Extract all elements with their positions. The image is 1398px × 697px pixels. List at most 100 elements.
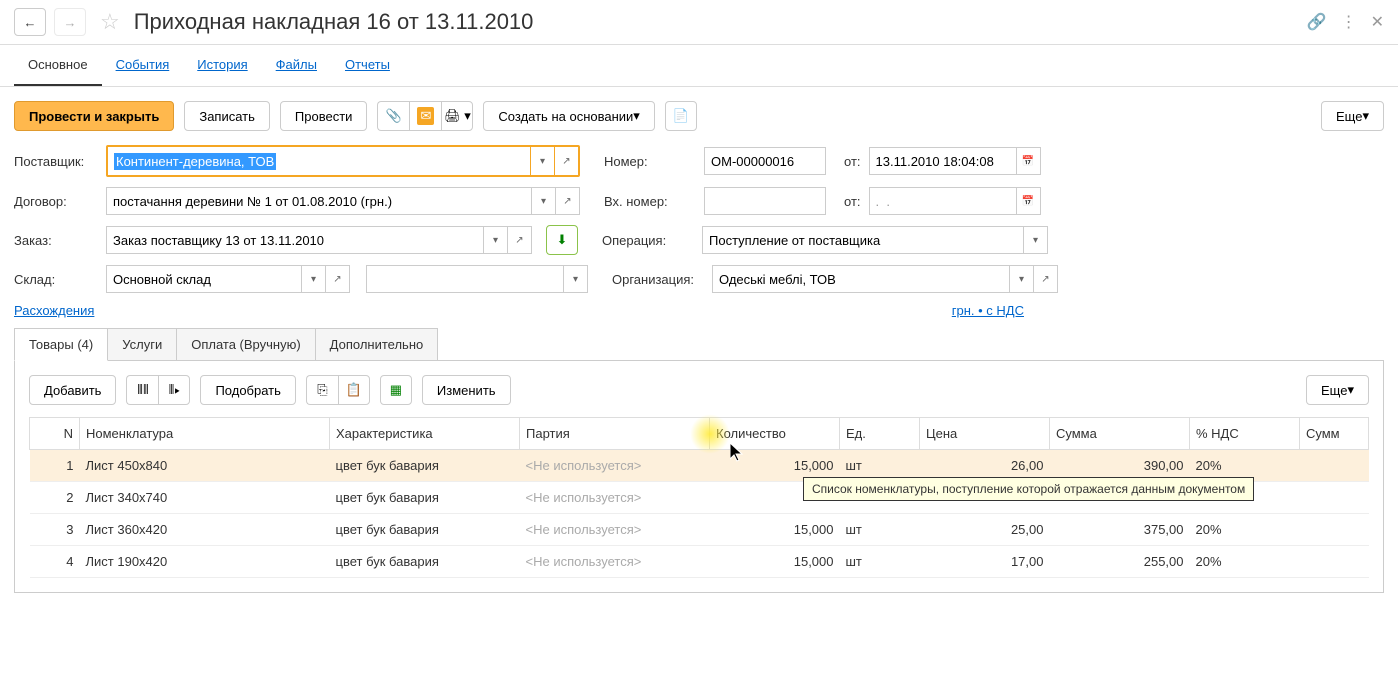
post-and-close-button[interactable]: Провести и закрыть: [14, 101, 174, 131]
warehouse-dropdown-button[interactable]: ▾: [302, 265, 326, 293]
supplier-open-button[interactable]: ↗: [554, 147, 578, 175]
header-vat[interactable]: % НДС: [1190, 418, 1300, 450]
close-icon[interactable]: ✕: [1371, 12, 1384, 32]
discrepancies-link[interactable]: Расхождения: [14, 303, 94, 318]
cell-vat[interactable]: 20%: [1190, 546, 1300, 578]
cell-sum2[interactable]: [1300, 546, 1369, 578]
favorite-star-icon[interactable]: ☆: [100, 9, 120, 35]
operation-dropdown-button[interactable]: ▾: [1024, 226, 1048, 254]
warehouse-open-button[interactable]: ↗: [326, 265, 350, 293]
supplier-dropdown-button[interactable]: ▾: [530, 147, 554, 175]
cell-nomenclature[interactable]: Лист 360х420: [80, 514, 330, 546]
supplier-input[interactable]: Континент-деревина, ТОВ: [108, 147, 530, 175]
cell-n[interactable]: 4: [30, 546, 80, 578]
tab-additional[interactable]: Дополнительно: [315, 328, 439, 361]
cell-batch[interactable]: <Не используется>: [520, 514, 710, 546]
contract-dropdown-button[interactable]: ▾: [532, 187, 556, 215]
incoming-date-picker-button[interactable]: 📅: [1017, 187, 1041, 215]
table-row[interactable]: 3 Лист 360х420 цвет бук бавария <Не испо…: [30, 514, 1369, 546]
cell-quantity[interactable]: 15,000: [710, 546, 840, 578]
operation-input[interactable]: [702, 226, 1024, 254]
cell-nomenclature[interactable]: Лист 190х420: [80, 546, 330, 578]
order-input[interactable]: [106, 226, 484, 254]
warehouse-extra-input[interactable]: [366, 265, 564, 293]
create-based-button[interactable]: Создать на основании ▾: [483, 101, 654, 131]
contract-open-button[interactable]: ↗: [556, 187, 580, 215]
header-nomenclature[interactable]: Номенклатура: [80, 418, 330, 450]
paste-button[interactable]: 📋: [338, 375, 370, 405]
cell-nomenclature[interactable]: Лист 450х840: [80, 450, 330, 482]
save-button[interactable]: Записать: [184, 101, 270, 131]
table-more-button[interactable]: Еще ▾: [1306, 375, 1369, 405]
copy-button[interactable]: ⎘: [306, 375, 338, 405]
cell-vat[interactable]: 20%: [1190, 514, 1300, 546]
add-row-button[interactable]: Добавить: [29, 375, 116, 405]
tab-goods[interactable]: Товары (4): [14, 328, 108, 361]
currency-link[interactable]: грн. • с НДС: [952, 303, 1024, 318]
pick-button[interactable]: Подобрать: [200, 375, 295, 405]
cell-n[interactable]: 2: [30, 482, 80, 514]
header-characteristic[interactable]: Характеристика: [330, 418, 520, 450]
header-batch[interactable]: Партия: [520, 418, 710, 450]
print-button[interactable]: 🖨 ▾: [441, 101, 473, 131]
attach-button[interactable]: 📎: [377, 101, 409, 131]
cell-quantity[interactable]: 15,000: [710, 514, 840, 546]
org-dropdown-button[interactable]: ▾: [1010, 265, 1034, 293]
cell-characteristic[interactable]: цвет бук бавария: [330, 482, 520, 514]
header-n[interactable]: N: [30, 418, 80, 450]
cell-batch[interactable]: <Не используется>: [520, 450, 710, 482]
warehouse-extra-dropdown-button[interactable]: ▾: [564, 265, 588, 293]
table-row[interactable]: 4 Лист 190х420 цвет бук бавария <Не испо…: [30, 546, 1369, 578]
header-quantity[interactable]: Количество: [710, 418, 840, 450]
order-dropdown-button[interactable]: ▾: [484, 226, 508, 254]
tab-reports[interactable]: Отчеты: [331, 45, 404, 86]
order-open-button[interactable]: ↗: [508, 226, 532, 254]
cell-sum2[interactable]: [1300, 514, 1369, 546]
cell-sum[interactable]: 375,00: [1050, 514, 1190, 546]
back-button[interactable]: ←: [14, 8, 46, 36]
cell-characteristic[interactable]: цвет бук бавария: [330, 546, 520, 578]
scan-button[interactable]: ⦀▸: [158, 375, 190, 405]
post-button[interactable]: Провести: [280, 101, 368, 131]
cell-n[interactable]: 1: [30, 450, 80, 482]
change-button[interactable]: Изменить: [422, 375, 511, 405]
cell-characteristic[interactable]: цвет бук бавария: [330, 450, 520, 482]
tab-main[interactable]: Основное: [14, 45, 102, 86]
header-unit[interactable]: Ед.: [840, 418, 920, 450]
link-icon[interactable]: 🔗: [1307, 12, 1327, 32]
header-price[interactable]: Цена: [920, 418, 1050, 450]
tab-events[interactable]: События: [102, 45, 184, 86]
cell-unit[interactable]: шт: [840, 546, 920, 578]
tab-payment[interactable]: Оплата (Вручную): [176, 328, 315, 361]
cell-sum2[interactable]: [1300, 450, 1369, 482]
report-button[interactable]: 📄: [665, 101, 697, 131]
warehouse-input[interactable]: [106, 265, 302, 293]
cell-sum[interactable]: 255,00: [1050, 546, 1190, 578]
header-sum2[interactable]: Сумм: [1300, 418, 1369, 450]
contract-input[interactable]: [106, 187, 532, 215]
cell-nomenclature[interactable]: Лист 340х740: [80, 482, 330, 514]
tab-services[interactable]: Услуги: [107, 328, 177, 361]
incoming-input[interactable]: [704, 187, 826, 215]
number-input[interactable]: [704, 147, 826, 175]
org-open-button[interactable]: ↗: [1034, 265, 1058, 293]
date-input[interactable]: [869, 147, 1017, 175]
cell-batch[interactable]: <Не используется>: [520, 482, 710, 514]
forward-button[interactable]: →: [54, 8, 86, 36]
cell-price[interactable]: 17,00: [920, 546, 1050, 578]
barcode-button[interactable]: ⦀⦀: [126, 375, 158, 405]
cell-n[interactable]: 3: [30, 514, 80, 546]
kebab-menu-icon[interactable]: ⋮: [1341, 12, 1357, 32]
order-add-button[interactable]: ⬇: [546, 225, 578, 255]
mail-button[interactable]: ✉: [409, 101, 441, 131]
cell-unit[interactable]: шт: [840, 514, 920, 546]
tab-files[interactable]: Файлы: [262, 45, 331, 86]
cell-price[interactable]: 25,00: [920, 514, 1050, 546]
spreadsheet-button[interactable]: ▦: [380, 375, 412, 405]
tab-history[interactable]: История: [183, 45, 261, 86]
cell-sum2[interactable]: [1300, 482, 1369, 514]
incoming-date-input[interactable]: [869, 187, 1017, 215]
org-input[interactable]: [712, 265, 1010, 293]
header-sum[interactable]: Сумма: [1050, 418, 1190, 450]
more-button[interactable]: Еще ▾: [1321, 101, 1384, 131]
